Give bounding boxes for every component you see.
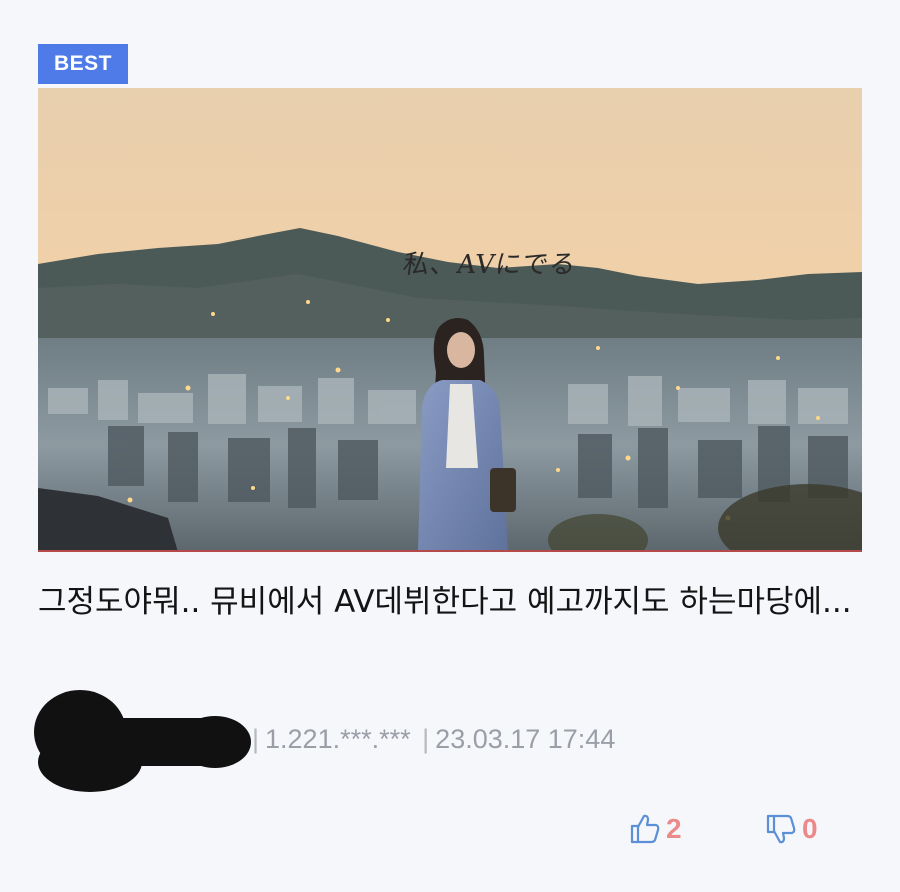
best-badge: BEST — [38, 44, 128, 84]
thumbnail-image — [38, 88, 862, 550]
thumbs-up-icon — [630, 814, 660, 844]
thumbnail-caption: 私、AVにでる — [400, 250, 579, 280]
downvote-button[interactable]: 0 — [764, 812, 818, 846]
post-thumbnail[interactable]: 私、AVにでる — [38, 88, 862, 552]
downvote-count: 0 — [802, 813, 818, 844]
redacted-author — [34, 690, 251, 792]
post-ip: 1.221.***.*** — [265, 724, 411, 754]
post-date: 23.03.17 17:44 — [435, 724, 616, 754]
thumbs-down-icon — [766, 814, 796, 844]
post-title[interactable]: 그정도야뭐.. 뮤비에서 AV데뷔한다고 예고까지도 하는마당에... — [38, 576, 868, 629]
upvote-button[interactable]: 2 — [628, 812, 682, 846]
post-card: BEST 私、AVにでる 그정도야뭐.. 뮤비에서 AV데뷔한다고 예고까지도 … — [0, 0, 900, 892]
upvote-count: 2 — [666, 813, 682, 844]
post-meta: | 1.221.***.*** | 23.03.17 17:44 — [252, 724, 616, 754]
